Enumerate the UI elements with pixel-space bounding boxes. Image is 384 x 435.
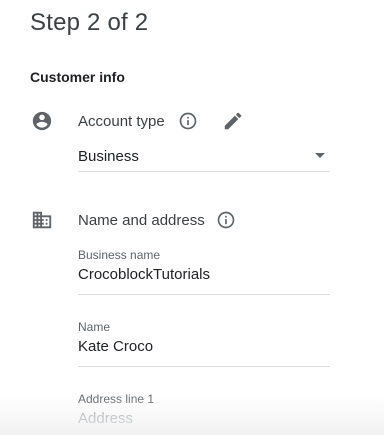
name-address-info-icon[interactable] xyxy=(216,210,236,230)
name-label: Name xyxy=(78,320,111,334)
name-field[interactable]: Name xyxy=(78,320,330,367)
account-type-select[interactable]: Business xyxy=(78,142,330,172)
account-type-label: Account type xyxy=(78,113,165,130)
address-line-1-input[interactable] xyxy=(78,407,328,429)
edit-pencil-icon[interactable] xyxy=(222,110,244,132)
customer-info-form: Step 2 of 2 Customer info Account type B… xyxy=(0,0,384,435)
name-and-address-label: Name and address xyxy=(78,212,205,229)
business-building-icon xyxy=(32,211,52,229)
account-type-value: Business xyxy=(78,148,139,165)
account-type-info-icon[interactable] xyxy=(178,111,198,131)
business-name-input[interactable] xyxy=(78,263,328,285)
name-input[interactable] xyxy=(78,335,328,357)
business-name-label: Business name xyxy=(78,248,161,262)
address-line-1-label: Address line 1 xyxy=(78,392,155,406)
section-title: Customer info xyxy=(30,69,125,85)
business-name-field[interactable]: Business name xyxy=(78,248,330,295)
account-circle-icon xyxy=(32,111,52,131)
chevron-down-icon xyxy=(315,153,325,158)
address-line-1-field[interactable]: Address line 1 xyxy=(78,392,330,435)
page-title: Step 2 of 2 xyxy=(30,9,149,36)
